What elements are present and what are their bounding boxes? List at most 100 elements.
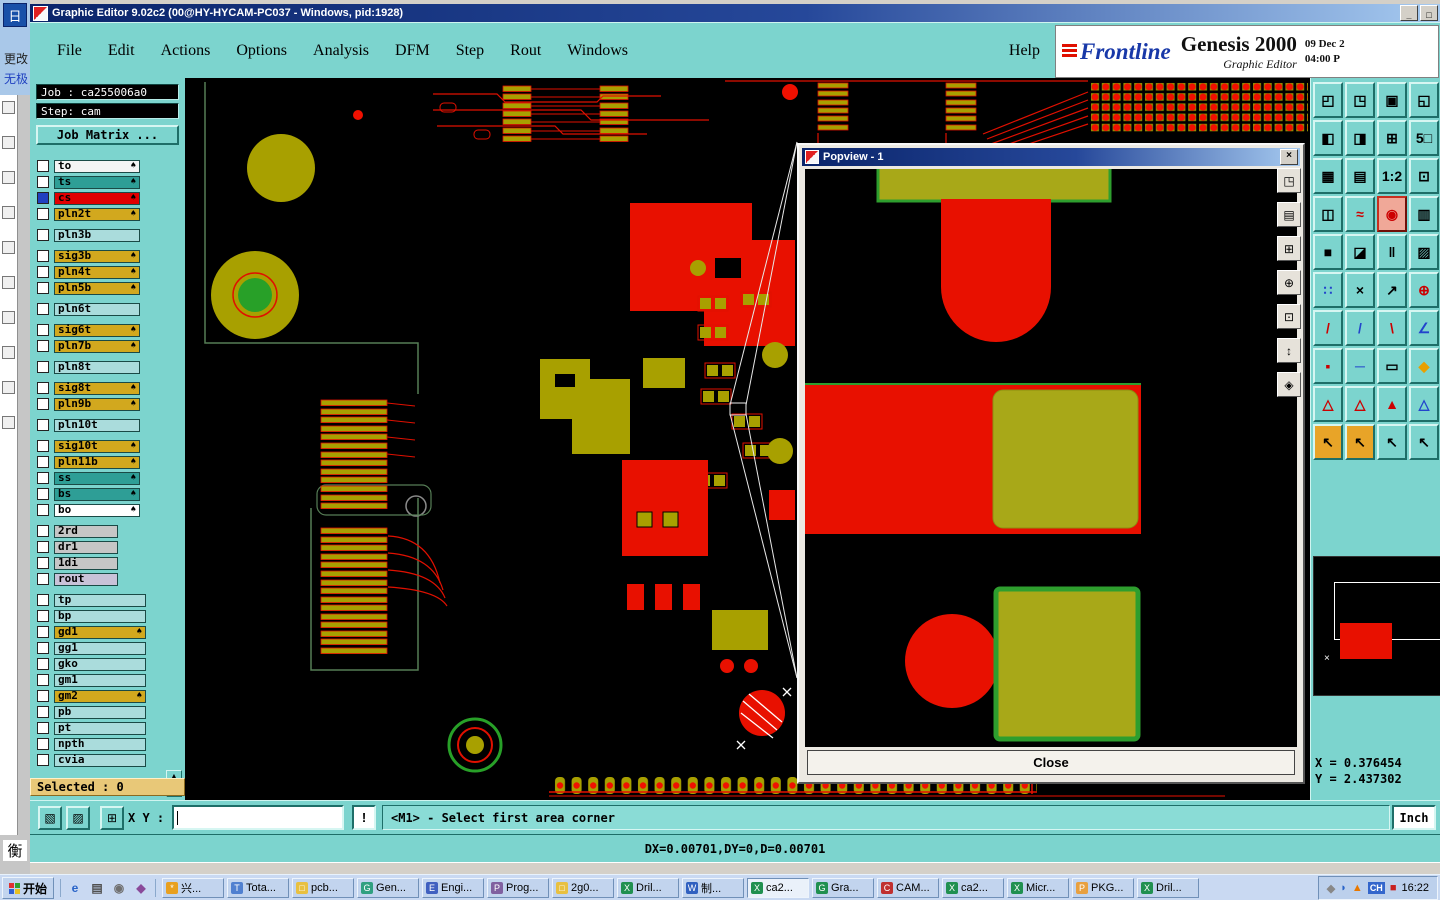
angle-tool-icon[interactable]: ∠: [1409, 310, 1439, 346]
task-button-9[interactable]: Xca2...: [747, 878, 810, 898]
layer-checkbox-2rd[interactable]: [37, 525, 49, 537]
print-view-icon[interactable]: ▤: [1277, 202, 1301, 227]
barcode-icon[interactable]: ‖: [1377, 234, 1407, 270]
menu-item-file[interactable]: File: [44, 42, 95, 60]
task-button-12[interactable]: Xca2...: [942, 878, 1005, 898]
layer-label-gd1[interactable]: gd1 ♠: [54, 625, 146, 639]
layer-label-sig10t[interactable]: sig10t ♠: [54, 439, 140, 453]
layer-row-cvia[interactable]: cvia: [30, 752, 185, 768]
active-tool-icon[interactable]: ◉: [1377, 196, 1407, 232]
layer-label-cvia[interactable]: cvia: [54, 753, 146, 767]
task-button-2[interactable]: □ pcb...: [292, 878, 355, 898]
layer-checkbox-pln3b[interactable]: [37, 229, 49, 241]
cursor-2-icon[interactable]: ↖: [1345, 424, 1375, 460]
layer-label-pln3b[interactable]: pln3b: [54, 228, 140, 242]
layer-row-bs[interactable]: bs ♠: [30, 486, 185, 502]
task-button-1[interactable]: T Tota...: [227, 878, 290, 898]
units-indicator[interactable]: Inch: [1392, 805, 1436, 830]
layer-row-pb[interactable]: pb: [30, 704, 185, 720]
new-view-icon[interactable]: ◰: [1313, 82, 1343, 118]
select-corner-icon[interactable]: ▧: [38, 806, 62, 830]
layer-label-sig6t[interactable]: sig6t ♠: [54, 323, 140, 337]
line-blue-diag-icon[interactable]: /: [1345, 310, 1375, 346]
layer-row-ts[interactable]: ts ♠: [30, 174, 185, 190]
triangle-3-icon[interactable]: ▲: [1377, 386, 1407, 422]
stop-sign-icon[interactable]: ■: [1390, 882, 1397, 894]
layer-checkbox-pln6t[interactable]: [37, 303, 49, 315]
layer-label-pln11b[interactable]: pln11b ♠: [54, 455, 140, 469]
layer-checkbox-gm2[interactable]: [37, 690, 49, 702]
line-back-diag-icon[interactable]: \: [1377, 310, 1407, 346]
layer-checkbox-pb[interactable]: [37, 706, 49, 718]
layer-label-dr1[interactable]: dr1: [54, 540, 118, 554]
volume-icon[interactable]: ◗: [1340, 882, 1347, 894]
antivirus-icon[interactable]: ◆: [1327, 882, 1335, 895]
layer-label-ts[interactable]: ts ♠: [54, 175, 140, 189]
triangle-4-icon[interactable]: △: [1409, 386, 1439, 422]
layer-row-pln11b[interactable]: pln11b ♠: [30, 454, 185, 470]
dock-slot[interactable]: [2, 276, 15, 289]
layer-row-gm2[interactable]: gm2 ♠: [30, 688, 185, 704]
pad-red-icon[interactable]: ▪: [1313, 348, 1343, 384]
layer-checkbox-pln2t[interactable]: [37, 208, 49, 220]
layer-checkbox-cvia[interactable]: [37, 754, 49, 766]
layer-label-to[interactable]: to ♠: [54, 159, 140, 173]
alert-icon[interactable]: ▲: [1352, 882, 1363, 894]
layer-row-pln6t[interactable]: pln6t: [30, 301, 185, 317]
layer-row-bo[interactable]: bo ♠: [30, 502, 185, 518]
menu-item-actions[interactable]: Actions: [148, 42, 224, 60]
menu-item-rout[interactable]: Rout: [497, 42, 554, 60]
obround-tool-icon[interactable]: ▭: [1377, 348, 1407, 384]
layer-checkbox-pln7b[interactable]: [37, 340, 49, 352]
task-button-4[interactable]: E Engi...: [422, 878, 485, 898]
layer-row-1di[interactable]: 1di: [30, 555, 185, 571]
table-view-icon[interactable]: ▥: [1409, 196, 1439, 232]
layer-label-gg1[interactable]: gg1: [54, 641, 146, 655]
media-icon[interactable]: ◉: [109, 879, 129, 897]
layer-label-bo[interactable]: bo ♠: [54, 503, 140, 517]
dock-label-change[interactable]: 更改: [2, 50, 30, 67]
copy-view-icon[interactable]: ◳: [1345, 82, 1375, 118]
layer-label-gm1[interactable]: gm1: [54, 673, 146, 687]
maximize-button[interactable]: □: [1420, 5, 1438, 21]
layer-label-gko[interactable]: gko: [54, 657, 146, 671]
layer-label-pln2t[interactable]: pln2t ♠: [54, 207, 140, 221]
task-button-14[interactable]: P PKG...: [1072, 878, 1135, 898]
menu-item-step[interactable]: Step: [443, 42, 497, 60]
dock-slot[interactable]: [2, 416, 15, 429]
swatch-hatch-icon[interactable]: ▨: [1409, 234, 1439, 270]
layer-label-pln10t[interactable]: pln10t: [54, 418, 140, 432]
wave-tool-icon[interactable]: ≈: [1345, 196, 1375, 232]
doc-view-icon[interactable]: ▤: [1345, 158, 1375, 194]
line-red-diag-icon[interactable]: /: [1313, 310, 1343, 346]
layer-checkbox-rout[interactable]: [37, 573, 49, 585]
layer-row-cs[interactable]: cs ♠: [30, 190, 185, 206]
task-button-8[interactable]: W 制...: [682, 878, 745, 898]
layer-row-pln9b[interactable]: pln9b ♠: [30, 396, 185, 412]
layer-checkbox-pln4t[interactable]: [37, 266, 49, 278]
triangle-1-icon[interactable]: △: [1313, 386, 1343, 422]
start-button[interactable]: 开始: [2, 877, 55, 899]
layer-checkbox-pln9b[interactable]: [37, 398, 49, 410]
layer-checkbox-sig8t[interactable]: [37, 382, 49, 394]
show-desktop-icon[interactable]: ▤: [87, 879, 107, 897]
task-button-3[interactable]: G Gen...: [357, 878, 420, 898]
dock-slot[interactable]: [2, 381, 15, 394]
snap-grid-icon[interactable]: ⊞: [100, 806, 124, 830]
popview-close-icon[interactable]: ×: [1280, 149, 1298, 165]
layer-row-2rd[interactable]: 2rd: [30, 523, 185, 539]
window-titlebar[interactable]: Graphic Editor 9.02c2 (00@HY-HYCAM-PC037…: [30, 4, 1440, 22]
browser-icon[interactable]: e: [65, 879, 85, 897]
layer-label-pt[interactable]: pt: [54, 721, 146, 735]
layer-checkbox-sig6t[interactable]: [37, 324, 49, 336]
layer-row-pln2t[interactable]: pln2t ♠: [30, 206, 185, 222]
layer-checkbox-ts[interactable]: [37, 176, 49, 188]
popview-close-button[interactable]: Close: [807, 750, 1295, 775]
layer-label-pln5b[interactable]: pln5b ♠: [54, 281, 140, 295]
layer-row-sig10t[interactable]: sig10t ♠: [30, 438, 185, 454]
task-button-5[interactable]: P Prog...: [487, 878, 550, 898]
layer-row-to[interactable]: to ♠: [30, 158, 185, 174]
layer-checkbox-gko[interactable]: [37, 658, 49, 670]
diamond-tool-icon[interactable]: ◆: [1409, 348, 1439, 384]
layer-row-sig8t[interactable]: sig8t ♠: [30, 380, 185, 396]
